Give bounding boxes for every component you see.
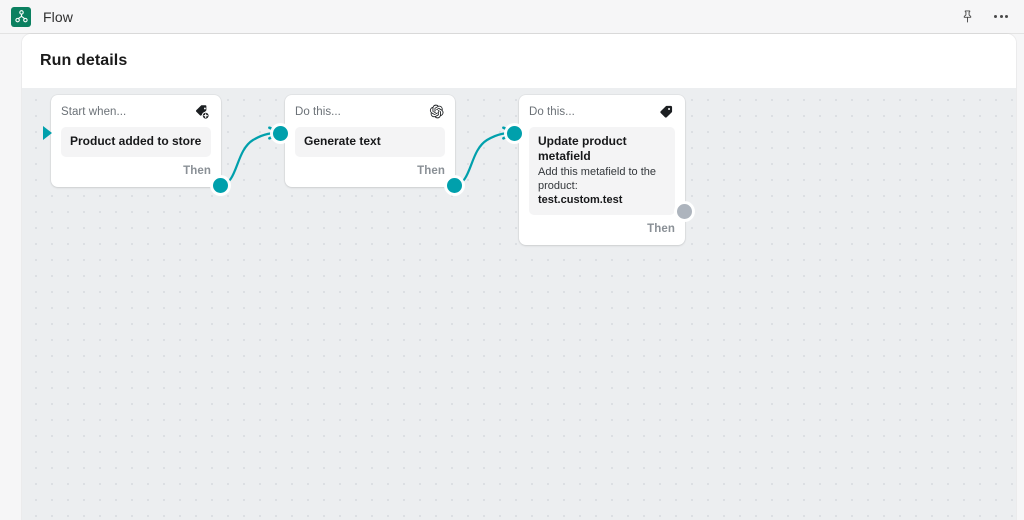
- node-header: Start when...: [61, 103, 211, 120]
- flow-graph-logo: [11, 6, 31, 27]
- flow-layer: Start when... Product added to store The…: [22, 88, 1016, 520]
- node-title: Product added to store: [70, 134, 202, 148]
- top-bar-actions: [956, 6, 1012, 28]
- flow-canvas[interactable]: Start when... Product added to store The…: [22, 88, 1016, 520]
- node-header: Do this...: [295, 103, 445, 120]
- node-output-port-update-metafield[interactable]: [677, 204, 692, 219]
- node-kind-label: Do this...: [295, 105, 341, 118]
- node-input-port-update-metafield[interactable]: [507, 126, 522, 141]
- node-footer: Then: [529, 220, 675, 238]
- node-title: Update product metafield: [538, 134, 627, 163]
- flow-node-update-metafield[interactable]: Do this... Update product metafield Add …: [519, 95, 685, 245]
- panel-header: Run details: [22, 34, 1016, 88]
- node-input-port-generate-text[interactable]: [273, 126, 288, 141]
- flow-node-generate-text[interactable]: Do this... Generate text Then: [285, 95, 455, 187]
- connector-generate-text-to-metafield: [452, 126, 516, 187]
- node-then-label: Then: [647, 223, 675, 235]
- node-kind-label: Start when...: [61, 105, 127, 118]
- page-title: Run details: [40, 52, 128, 69]
- more-horizontal-icon[interactable]: [990, 6, 1012, 28]
- openai-icon: [427, 103, 445, 121]
- node-value: test.custom.test: [538, 194, 623, 206]
- connector-trigger-to-generate-text: [218, 126, 282, 187]
- flow-start-marker: [43, 126, 52, 140]
- node-footer: Then: [295, 162, 445, 180]
- pin-icon[interactable]: [956, 6, 978, 28]
- node-header: Do this...: [529, 103, 675, 120]
- flow-node-trigger[interactable]: Start when... Product added to store The…: [51, 95, 221, 187]
- node-body: Generate text: [295, 127, 445, 157]
- more-dots: [994, 15, 1008, 18]
- node-subtitle: Add this metafield to the product:: [538, 166, 657, 192]
- node-body: Product added to store: [61, 127, 211, 157]
- tag-icon: [657, 103, 675, 121]
- node-footer: Then: [61, 162, 211, 180]
- run-details-panel: Run details Start when... Product added …: [22, 34, 1016, 520]
- node-output-port-trigger[interactable]: [213, 178, 228, 193]
- tag-plus-icon: [193, 103, 211, 121]
- top-bar: Flow: [0, 0, 1024, 34]
- node-output-port-generate-text[interactable]: [447, 178, 462, 193]
- node-title: Generate text: [304, 134, 381, 148]
- node-kind-label: Do this...: [529, 105, 575, 118]
- node-then-label: Then: [417, 165, 445, 177]
- node-body: Update product metafield Add this metafi…: [529, 127, 675, 215]
- app-title: Flow: [43, 8, 73, 25]
- node-then-label: Then: [183, 165, 211, 177]
